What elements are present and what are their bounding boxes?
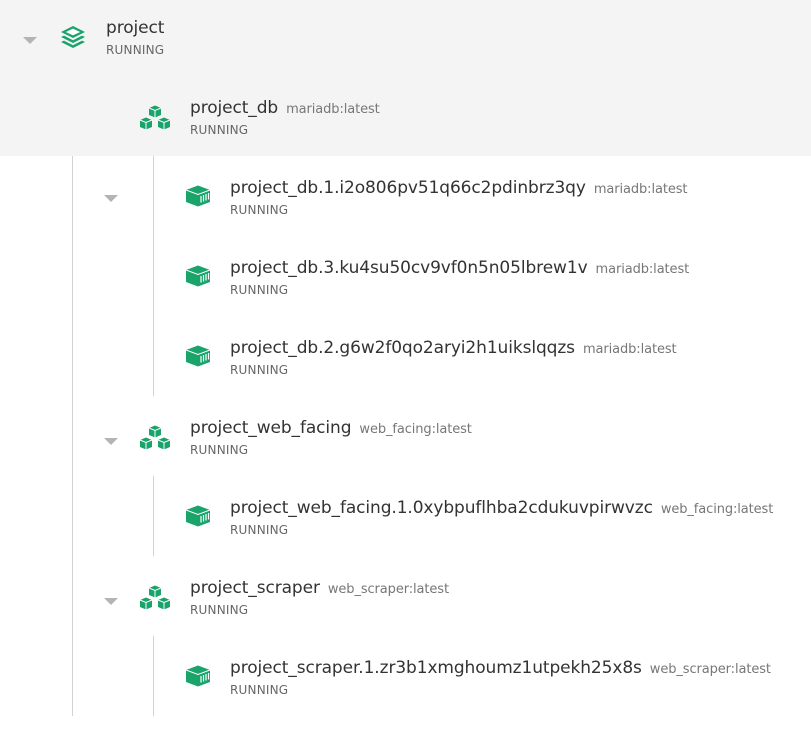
task-image-tag: web_facing:latest (660, 502, 774, 517)
task-name[interactable]: project_db.2.g6w2f0qo2aryi2h1uikslqqzs (230, 338, 575, 358)
task-image-tag: mariadb:latest (595, 262, 690, 277)
cubes-icon (139, 425, 171, 455)
service-title[interactable]: project_scraper web_scraper:latest (190, 578, 449, 600)
task-title[interactable]: project_web_facing.1.0xybpuflhba2cdukuvp… (230, 498, 773, 520)
task-image-tag: mariadb:latest (582, 342, 677, 357)
task-title[interactable]: project_db.2.g6w2f0qo2aryi2h1uikslqqzs ma… (230, 338, 677, 360)
task-name[interactable]: project_db.1.i2o806pv51q66c2pdinbrz3qy (230, 178, 586, 198)
cubes-icon (139, 105, 171, 135)
service-image-tag: web_facing:latest (359, 422, 472, 437)
task-name[interactable]: project_db.3.ku4su50cv9vf0n5n05lbrew1v (230, 258, 588, 278)
collapse-caret-icon[interactable] (104, 598, 118, 605)
service-status: RUNNING (190, 123, 249, 137)
service-name[interactable]: project_db (190, 98, 278, 118)
service-title[interactable]: project_web_facing web_facing:latest (190, 418, 472, 440)
task-status: RUNNING (230, 283, 289, 297)
task-image-tag: web_scraper:latest (649, 662, 771, 677)
container-icon (185, 505, 211, 531)
service-image-tag: web_scraper:latest (327, 582, 449, 597)
tree-line-service (153, 636, 154, 716)
service-status: RUNNING (190, 443, 249, 457)
service-row[interactable] (0, 77, 811, 202)
collapse-caret-icon[interactable] (104, 195, 118, 202)
tree-line-service (153, 156, 154, 396)
task-title[interactable]: project_db.3.ku4su50cv9vf0n5n05lbrew1v ma… (230, 258, 689, 280)
task-name[interactable]: project_web_facing.1.0xybpuflhba2cdukuvp… (230, 498, 653, 518)
task-status: RUNNING (230, 523, 289, 537)
cubes-icon (139, 585, 171, 615)
task-status: RUNNING (230, 203, 289, 217)
container-icon (185, 265, 211, 291)
project-name[interactable]: project (106, 18, 164, 38)
tree-line-service (153, 476, 154, 556)
project-row[interactable]: project RUNNING (0, 0, 811, 77)
layers-icon (59, 24, 87, 54)
tree-line-project (72, 77, 73, 716)
container-icon (185, 345, 211, 371)
service-title[interactable]: project_db mariadb:latest (190, 98, 380, 120)
task-title[interactable]: project_db.1.i2o806pv51q66c2pdinbrz3qy ma… (230, 178, 688, 200)
task-status: RUNNING (230, 363, 289, 377)
container-icon (185, 185, 211, 211)
task-status: RUNNING (230, 683, 289, 697)
project-status: RUNNING (106, 43, 165, 57)
service-name[interactable]: project_web_facing (190, 418, 352, 438)
service-name[interactable]: project_scraper (190, 578, 320, 598)
task-image-tag: mariadb:latest (593, 182, 688, 197)
task-name[interactable]: project_scraper.1.zr3b1xmghoumz1utpekh25… (230, 658, 642, 678)
service-image-tag: mariadb:latest (286, 102, 380, 117)
service-status: RUNNING (190, 603, 249, 617)
collapse-caret-icon[interactable] (23, 37, 37, 44)
task-title[interactable]: project_scraper.1.zr3b1xmghoumz1utpekh25… (230, 658, 771, 680)
container-icon (185, 665, 211, 691)
collapse-caret-icon[interactable] (104, 438, 118, 445)
